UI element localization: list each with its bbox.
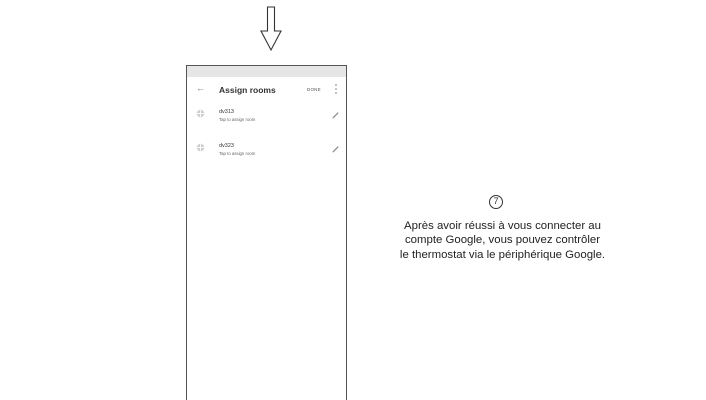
device-subtitle: Tap to assign room [219,151,256,156]
caption-line: le thermostat via le périphérique Google… [399,248,606,261]
down-arrow-icon [260,6,282,52]
status-bar [187,66,346,77]
device-subtitle: Tap to assign room [219,117,256,122]
back-arrow-icon[interactable]: ← [196,83,205,93]
device-name: dv313 [219,109,234,115]
device-row-dv323[interactable]: dv323 Tap to assign room [187,137,346,171]
screen-title: Assign rooms [219,85,276,95]
caption-line: compte Google, vous pouvez contrôler [404,234,600,247]
edit-pencil-icon[interactable] [331,144,340,153]
device-icon [196,109,205,118]
caption-line: Après avoir réussi à vous connecter au [404,220,601,232]
instruction-caption: Après avoir réussi à vous connecter au c… [345,219,660,262]
device-name: dv323 [219,143,234,149]
device-row-dv313[interactable]: dv313 Tap to assign room [187,103,346,137]
step-number-badge: 7 [489,195,503,209]
app-bar: ← Assign rooms DONE [187,77,346,103]
more-vert-icon[interactable] [335,84,337,94]
done-button[interactable]: DONE [307,87,321,92]
edit-pencil-icon[interactable] [331,110,340,119]
device-icon [196,143,205,152]
phone-screen: ← Assign rooms DONE dv313 Tap to assign … [186,65,347,400]
